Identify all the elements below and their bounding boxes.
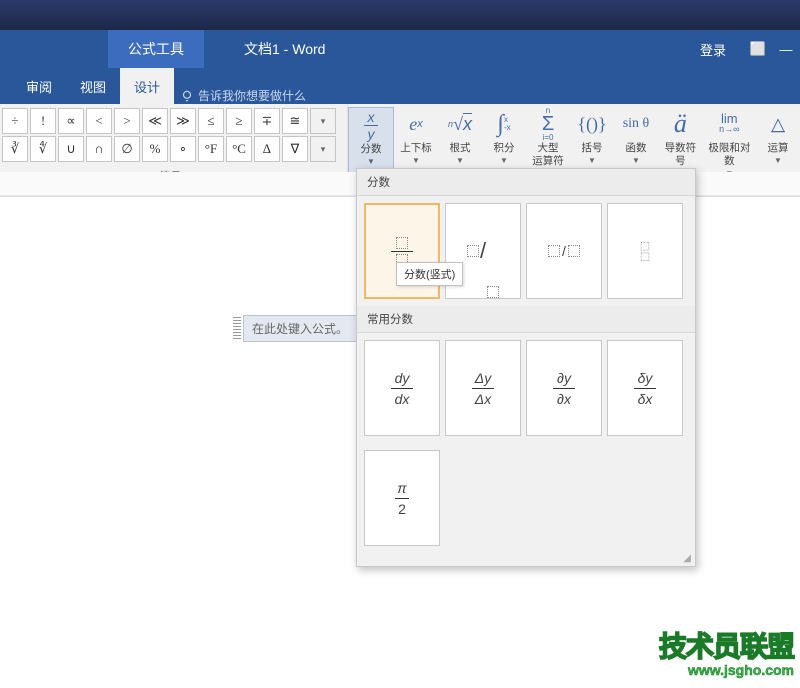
sym-ring[interactable]: ∘	[170, 136, 196, 162]
radical-label: 根式	[450, 142, 471, 155]
sym-4rt[interactable]: ∜	[30, 136, 56, 162]
sym-lt[interactable]: <	[86, 108, 112, 134]
chevron-down-icon: ▼	[774, 156, 782, 165]
fraction-delta[interactable]: δyδx	[607, 340, 683, 436]
sym-div[interactable]: ÷	[2, 108, 28, 134]
fraction-icon: xy	[354, 108, 388, 142]
watermark-logo: 技术员联盟	[659, 625, 794, 665]
ribbon-tabs: 审阅 视图 设计 告诉我你想要做什么	[0, 68, 800, 104]
context-tab-equation-tools[interactable]: 公式工具	[108, 30, 204, 68]
chevron-down-icon: ▼	[456, 156, 464, 165]
sym-mlt[interactable]: ≪	[142, 108, 168, 134]
sym-inter[interactable]: ∩	[86, 136, 112, 162]
fraction-dy-dx[interactable]: dydx	[364, 340, 440, 436]
chevron-down-icon: ▼	[500, 156, 508, 165]
tell-me-label: 告诉我你想要做什么	[198, 87, 306, 104]
tab-review[interactable]: 审阅	[12, 68, 66, 104]
integral-label: 积分	[494, 142, 515, 155]
operator-label: 运算	[768, 142, 789, 155]
os-titlebar	[0, 0, 800, 30]
bracket-label: 括号	[582, 142, 603, 155]
sym-ge[interactable]: ≥	[226, 108, 252, 134]
accent-icon: ä	[663, 107, 697, 141]
sym-mp[interactable]: ∓	[254, 108, 280, 134]
chevron-down-icon: ▼	[367, 157, 375, 166]
sym-pct[interactable]: %	[142, 136, 168, 162]
fraction-Dy-Dx[interactable]: ΔyΔx	[445, 340, 521, 436]
sigma-icon: nΣi=0	[531, 107, 565, 141]
document-title: 文档1 - Word	[244, 39, 325, 59]
sym-cong[interactable]: ≅	[282, 108, 308, 134]
sym-scroll-up[interactable]: ▾	[310, 108, 336, 134]
fraction-small[interactable]	[607, 203, 683, 299]
script-icon: ex	[399, 107, 433, 141]
sym-le[interactable]: ≤	[198, 108, 224, 134]
symbols-grid: ÷ ! ∝ < > ≪ ≫ ≤ ≥ ∓ ≅ ▾ ∛ ∜ ∪ ∩ ∅ % ∘ °F…	[2, 108, 341, 162]
operator-icon: △	[761, 107, 795, 141]
chevron-down-icon: ▼	[588, 156, 596, 165]
sym-delta[interactable]: ∆	[254, 136, 280, 162]
fraction-templates-grid: / /	[357, 196, 695, 306]
chevron-down-icon: ▼	[412, 156, 420, 165]
login-button[interactable]: 登录	[700, 40, 726, 59]
fraction-tooltip: 分数(竖式)	[396, 262, 463, 286]
fraction-dropdown: 分数 / / 常用分数 dydx ΔyΔx ∂y∂x δyδx π2 ◢	[356, 168, 696, 567]
sym-gt[interactable]: >	[114, 108, 140, 134]
equation-container[interactable]: 在此处键入公式。 ▼	[233, 315, 371, 342]
equation-input[interactable]: 在此处键入公式。	[243, 315, 357, 342]
watermark: 技术员联盟 www.jsgho.com	[659, 625, 794, 678]
fraction-linear[interactable]: /	[526, 203, 602, 299]
bracket-icon: {()}	[575, 107, 609, 141]
script-label: 上下标	[400, 142, 432, 155]
tab-design[interactable]: 设计	[120, 68, 174, 104]
common-fraction-header: 常用分数	[357, 306, 695, 333]
fraction-label: 分数	[361, 143, 382, 156]
sym-union[interactable]: ∪	[58, 136, 84, 162]
window-restore-icon[interactable]: ⬜	[744, 41, 772, 57]
limit-label: 极限和对数	[708, 142, 751, 168]
large-operator-label: 大型 运算符	[532, 142, 564, 168]
function-label: 函数	[626, 142, 647, 155]
radical-icon: n√x	[443, 107, 477, 141]
tell-me-search[interactable]: 告诉我你想要做什么	[180, 87, 306, 104]
sym-empty[interactable]: ∅	[114, 136, 140, 162]
fraction-partial[interactable]: ∂y∂x	[526, 340, 602, 436]
sym-mgt[interactable]: ≫	[170, 108, 196, 134]
chevron-down-icon: ▼	[632, 156, 640, 165]
resize-grip-icon[interactable]: ◢	[357, 553, 695, 566]
common-fractions-grid: dydx ΔyΔx ∂y∂x δyδx	[357, 333, 695, 443]
accent-label: 导数符号	[663, 142, 698, 168]
integral-icon: ∫x-x	[487, 107, 521, 141]
sym-cbrt[interactable]: ∛	[2, 136, 28, 162]
sym-prop[interactable]: ∝	[58, 108, 84, 134]
sym-nabla[interactable]: ∇	[282, 136, 308, 162]
equation-handle-icon[interactable]	[233, 317, 241, 341]
function-icon: sin θ	[619, 107, 653, 141]
tab-view[interactable]: 视图	[66, 68, 120, 104]
sym-degc[interactable]: °C	[226, 136, 252, 162]
word-title-bar: 公式工具 文档1 - Word 登录 ⬜ —	[0, 30, 800, 68]
sym-scroll-down[interactable]: ▾	[310, 136, 336, 162]
limit-icon: limn→∞	[712, 107, 746, 141]
sym-degf[interactable]: °F	[198, 136, 224, 162]
lightbulb-icon	[180, 89, 194, 103]
fraction-pi-2[interactable]: π2	[364, 450, 440, 546]
window-dash-icon[interactable]: —	[772, 42, 800, 57]
tb-app	[8, 9, 11, 21]
sym-fact[interactable]: !	[30, 108, 56, 134]
common-fractions-row2: π2	[357, 443, 695, 553]
fraction-section-header: 分数	[357, 169, 695, 196]
